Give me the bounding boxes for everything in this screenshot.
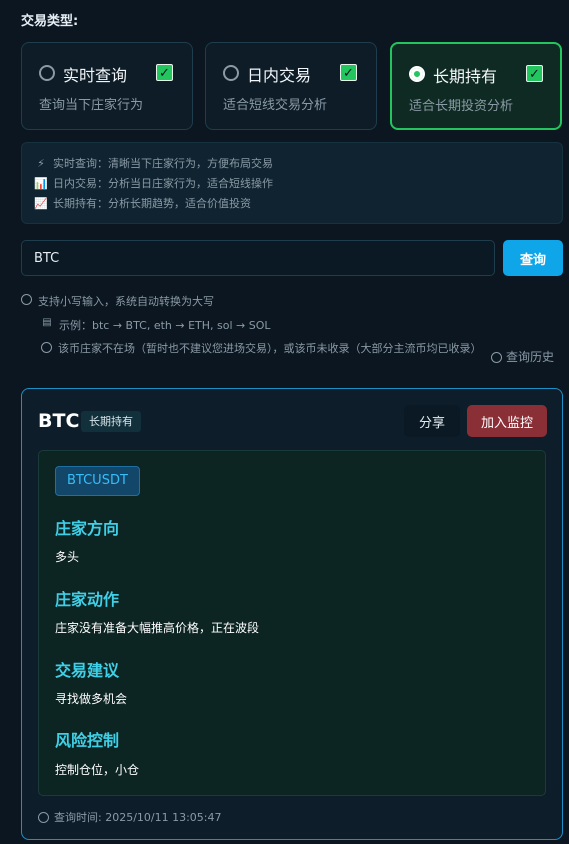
trade-type-realtime[interactable]: 实时查询 ✓ 查询当下庄家行为 [21,42,193,130]
query-time-text: 查询时间: 2025/10/11 13:05:47 [54,811,222,824]
trade-type-intraday[interactable]: 日内交易 ✓ 适合短线交易分析 [205,42,377,130]
field-value: 寻找做多机会 [55,692,128,706]
info-text: 实时查询：清晰当下庄家行为，方便布局交易 [53,157,273,170]
pair-chip: BTCUSDT [55,466,140,496]
share-button[interactable]: 分享 [404,405,460,437]
hint-example: ▤ 示例：btc → BTC, eth → ETH, sol → SOL [41,317,271,333]
clock-icon [38,812,49,823]
radio-icon[interactable] [223,65,239,81]
trade-type-desc: 查询当下庄家行为 [39,98,144,113]
history-label: 查询历史 [506,350,555,364]
trend-chart-icon: 📈 [34,196,48,210]
field-label: 交易建议 [55,661,120,680]
info-text: 长期持有：分析长期趋势，适合价值投资 [53,197,251,210]
info-text: 日内交易：分析当日庄家行为，适合短线操作 [53,177,273,190]
trade-type-info: ⚡ 实时查询：清晰当下庄家行为，方便布局交易 📊 日内交易：分析当日庄家行为，适… [21,142,563,224]
field-label: 庄家动作 [55,590,120,609]
field-value: 控制仓位，小仓 [55,763,140,777]
lightning-icon: ⚡ [37,156,45,170]
add-monitor-button[interactable]: 加入监控 [467,405,547,437]
analysis-panel: BTCUSDT 庄家方向 多头 庄家动作 庄家没有准备大幅推高价格，正在波段 交… [38,450,546,796]
trade-type-longterm[interactable]: 长期持有 ✓ 适合长期投资分析 [390,42,562,130]
info-icon [21,294,32,305]
check-icon: ✓ [156,64,173,81]
query-button[interactable]: 查询 [503,240,563,276]
trade-type-label: 交易类型: [21,14,79,29]
clock-icon [41,342,52,353]
info-line: 📈 长期持有：分析长期趋势，适合价值投资 [34,193,550,213]
field-label: 风险控制 [55,731,120,750]
field-value: 庄家没有准备大幅推高价格，正在波段 [55,621,260,635]
field-label: 庄家方向 [55,519,120,538]
trade-type-title: 日内交易 [247,66,312,85]
query-time: 查询时间: 2025/10/11 13:05:47 [38,809,222,825]
result-card: BTC 长期持有 分享 加入监控 BTCUSDT 庄家方向 多头 庄家动作 庄家… [21,388,563,840]
radio-icon[interactable] [39,65,55,81]
hint-text: 支持小写输入，系统自动转换为大写 [38,295,214,308]
hint-text: 该币庄家不在场（暂时也不建议您进场交易），或该币未收录（大部分主流币均已收录） [58,342,482,355]
result-symbol: BTC [38,410,80,432]
hint-warning: 该币庄家不在场（暂时也不建议您进场交易），或该币未收录（大部分主流币均已收录） [41,341,482,356]
result-type-tag: 长期持有 [81,411,141,432]
document-icon: ▤ [42,317,52,328]
bar-chart-icon: 📊 [34,176,48,190]
symbol-search-input[interactable] [21,240,495,276]
info-line: ⚡ 实时查询：清晰当下庄家行为，方便布局交易 [34,153,550,173]
check-icon: ✓ [340,64,357,81]
hint-lowercase: 支持小写输入，系统自动转换为大写 [21,293,214,309]
hint-text: 示例：btc → BTC, eth → ETH, sol → SOL [59,319,271,332]
trade-type-title: 实时查询 [63,66,128,85]
check-icon: ✓ [526,65,543,82]
trade-type-desc: 适合短线交易分析 [223,98,328,113]
info-line: 📊 日内交易：分析当日庄家行为，适合短线操作 [34,173,550,193]
radio-selected-icon[interactable] [409,66,425,82]
clock-icon [491,351,502,363]
trade-type-title: 长期持有 [433,67,498,86]
query-history-link[interactable]: 查询历史 [491,348,554,365]
trade-type-desc: 适合长期投资分析 [409,99,514,114]
field-value: 多头 [55,550,80,564]
